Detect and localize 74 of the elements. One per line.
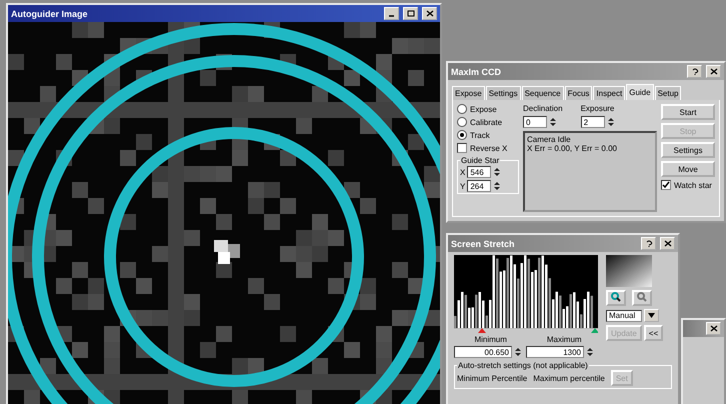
checkmark-icon	[662, 181, 670, 189]
checkbox-label[interactable]: Reverse X	[470, 144, 508, 152]
field-label: Maximum	[546, 335, 582, 344]
title-bar[interactable]: Screen Stretch	[448, 235, 678, 252]
help-button[interactable]	[687, 65, 702, 78]
checkbox-label[interactable]: Watch star	[674, 180, 712, 190]
status-text: Camera Idle	[527, 135, 572, 144]
title-bar[interactable]: MaxIm CCD	[448, 63, 724, 80]
close-icon	[664, 240, 672, 247]
zoom-button[interactable]	[606, 290, 626, 306]
window-title: MaxIm CCD	[451, 66, 502, 76]
mode-dropdown[interactable]: Manual	[606, 310, 642, 322]
group-title: Guide Star	[460, 156, 500, 165]
status-text: X Err = 0.00, Y Err = 0.00	[527, 144, 618, 153]
caret-icon	[648, 313, 655, 318]
input-field[interactable]: 2	[580, 116, 605, 128]
tab[interactable]: Guide	[626, 84, 654, 100]
input-field[interactable]: 00.650	[454, 346, 512, 358]
spin-arrows-icon[interactable]	[493, 181, 502, 191]
maximize-icon	[406, 10, 414, 17]
window-title: Autoguider Image	[11, 8, 89, 18]
input-field[interactable]: 0	[523, 116, 547, 128]
close-button[interactable]	[706, 65, 721, 78]
close-icon	[710, 325, 718, 332]
close-button[interactable]	[422, 7, 437, 20]
action-button[interactable]: Move	[661, 161, 715, 177]
close-icon	[710, 68, 718, 75]
spin-arrows-icon[interactable]	[549, 117, 557, 127]
tab[interactable]: Expose	[452, 86, 485, 100]
checkbox[interactable]	[457, 143, 467, 153]
help-button[interactable]	[641, 237, 656, 250]
checkbox[interactable]	[661, 180, 671, 190]
radio-button[interactable]	[457, 104, 467, 114]
spin-arrows-icon[interactable]	[586, 347, 594, 357]
field-label: Minimum Percentile	[457, 374, 528, 382]
tab[interactable]: Settings	[486, 86, 521, 100]
action-button[interactable]: Start	[661, 104, 715, 120]
radio-label[interactable]: Calibrate	[470, 118, 502, 126]
maximize-button[interactable]	[403, 7, 418, 20]
spin-arrows-icon[interactable]	[493, 167, 502, 177]
tab[interactable]: Setup	[654, 86, 682, 100]
group-title: Auto-stretch settings (not applicable)	[457, 361, 589, 370]
radio-label[interactable]: Track	[470, 130, 490, 140]
field-label: Maximum percentile	[533, 374, 605, 382]
magnifier-icon	[637, 292, 647, 302]
field-label: Y	[460, 182, 466, 190]
title-bar[interactable]: Autoguider Image	[8, 5, 440, 22]
help-icon	[644, 240, 652, 247]
field-label: Exposure	[580, 104, 615, 113]
radio-button[interactable]	[457, 117, 467, 127]
input-field[interactable]: 1300	[526, 346, 584, 358]
radio-button[interactable]	[457, 130, 467, 140]
magnifier-icon	[611, 292, 621, 302]
minimize-button[interactable]	[384, 7, 399, 20]
close-icon	[426, 10, 434, 17]
collapse-button[interactable]: <<	[644, 325, 664, 341]
help-icon	[690, 68, 698, 75]
dropdown-button[interactable]	[644, 309, 659, 322]
tab[interactable]: Inspect	[593, 86, 626, 100]
close-button[interactable]	[706, 322, 721, 335]
spin-arrows-icon[interactable]	[514, 347, 522, 357]
field-label: X	[460, 168, 466, 176]
gradient-preview-drawing	[606, 255, 652, 287]
action-button[interactable]: Settings	[661, 142, 715, 158]
tab[interactable]: Sequence	[522, 86, 564, 100]
input-field[interactable]: 546	[467, 166, 492, 178]
field-label: Minimum	[474, 335, 507, 344]
tab[interactable]: Focus	[564, 86, 592, 100]
field-label: Declination	[523, 104, 563, 113]
input-field[interactable]: 264	[467, 180, 492, 192]
window-title: Screen Stretch	[451, 238, 516, 248]
radio-label[interactable]: Expose	[470, 104, 497, 114]
close-button[interactable]	[660, 237, 675, 250]
spin-arrows-icon[interactable]	[606, 117, 615, 127]
